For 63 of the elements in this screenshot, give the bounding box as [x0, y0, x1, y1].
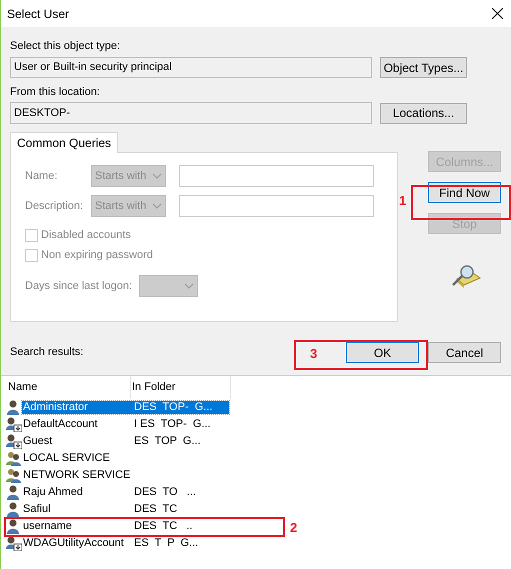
field-label: Name: — [25, 168, 58, 184]
name-cell-text: username — [22, 520, 73, 533]
folder-cell: DES TC .. — [134, 520, 192, 533]
user-download-icon — [6, 417, 22, 432]
days-label: Days since last logon: — [25, 278, 133, 294]
locations-button[interactable]: Locations... — [380, 102, 467, 124]
folder-cell: I ES TOP- G... — [134, 418, 211, 431]
tab[interactable]: Common Queries — [10, 132, 118, 153]
name-cell-text: WDAGUtilityAccount — [22, 537, 125, 550]
step-number: 3 — [310, 345, 318, 363]
user-download-icon — [6, 536, 22, 551]
search-results-label: Search results: — [10, 344, 84, 360]
user-icon — [6, 400, 22, 415]
field-label: Description: — [25, 198, 84, 214]
result-row[interactable]: WDAGUtilityAccount ES T P G... — [22, 537, 229, 550]
close-icon[interactable] — [492, 8, 503, 19]
object-types-button[interactable]: Object Types... — [380, 57, 467, 78]
dialog-button[interactable]: OK — [346, 342, 419, 363]
result-row[interactable]: Administrator DES TOP- G... — [22, 401, 229, 414]
chevron-down-icon — [184, 283, 194, 289]
folder-cell: ES TOP G... — [134, 435, 201, 448]
name-cell-text: DefaultAccount — [22, 418, 99, 431]
name-cell-text: NETWORK SERVICE — [22, 469, 132, 482]
user-icon — [6, 502, 22, 517]
column-header[interactable]: Name — [7, 376, 131, 399]
name-cell-text: Administrator — [22, 401, 89, 414]
side-button[interactable]: Find Now — [428, 182, 501, 203]
result-row[interactable]: LOCAL SERVICE — [22, 452, 229, 465]
name-cell-text: Raju Ahmed — [22, 486, 84, 499]
name-cell-text: Safiul — [22, 503, 52, 516]
result-row[interactable]: Guest ES TOP G... — [22, 435, 229, 448]
dialog-button[interactable]: Cancel — [428, 342, 501, 363]
name-cell-text: Guest — [22, 435, 54, 448]
result-row[interactable]: Safiul DES TC — [22, 503, 229, 516]
checkbox[interactable] — [25, 228, 38, 242]
location-field: DESKTOP- — [10, 102, 372, 124]
result-row[interactable]: Raju Ahmed DES TO ... — [22, 486, 229, 499]
result-row[interactable]: DefaultAccount I ES TOP- G... — [22, 418, 229, 431]
chevron-down-icon — [152, 173, 162, 179]
folder-cell: ES T P G... — [134, 537, 198, 550]
folder-cell: DES TO ... — [134, 486, 196, 499]
checkbox-label: Non expiring password — [41, 248, 153, 263]
result-row[interactable]: NETWORK SERVICE — [22, 469, 229, 482]
step-number: 2 — [290, 519, 298, 537]
checkbox-label: Disabled accounts — [41, 228, 131, 243]
window-title: Select User — [7, 6, 70, 22]
user-icon — [6, 519, 22, 534]
location-label: From this location: — [10, 85, 101, 99]
folder-cell: DES TC — [134, 503, 178, 516]
column-header[interactable]: In Folder — [131, 376, 231, 399]
folder-cell: DES TOP- G... — [134, 401, 212, 414]
object-type-label: Select this object type: — [10, 39, 122, 53]
dropdown[interactable] — [139, 275, 198, 297]
name-cell-text: LOCAL SERVICE — [22, 452, 111, 465]
result-row[interactable]: username DES TC .. — [22, 520, 229, 533]
user-icon — [6, 485, 22, 500]
user-download-icon — [6, 434, 22, 449]
users-icon — [6, 468, 22, 483]
checkbox[interactable] — [25, 248, 38, 262]
chevron-down-icon — [152, 203, 162, 209]
step-number: 1 — [399, 192, 406, 210]
object-type-field: User or Built-in security principal — [10, 57, 372, 78]
users-icon — [6, 451, 22, 466]
